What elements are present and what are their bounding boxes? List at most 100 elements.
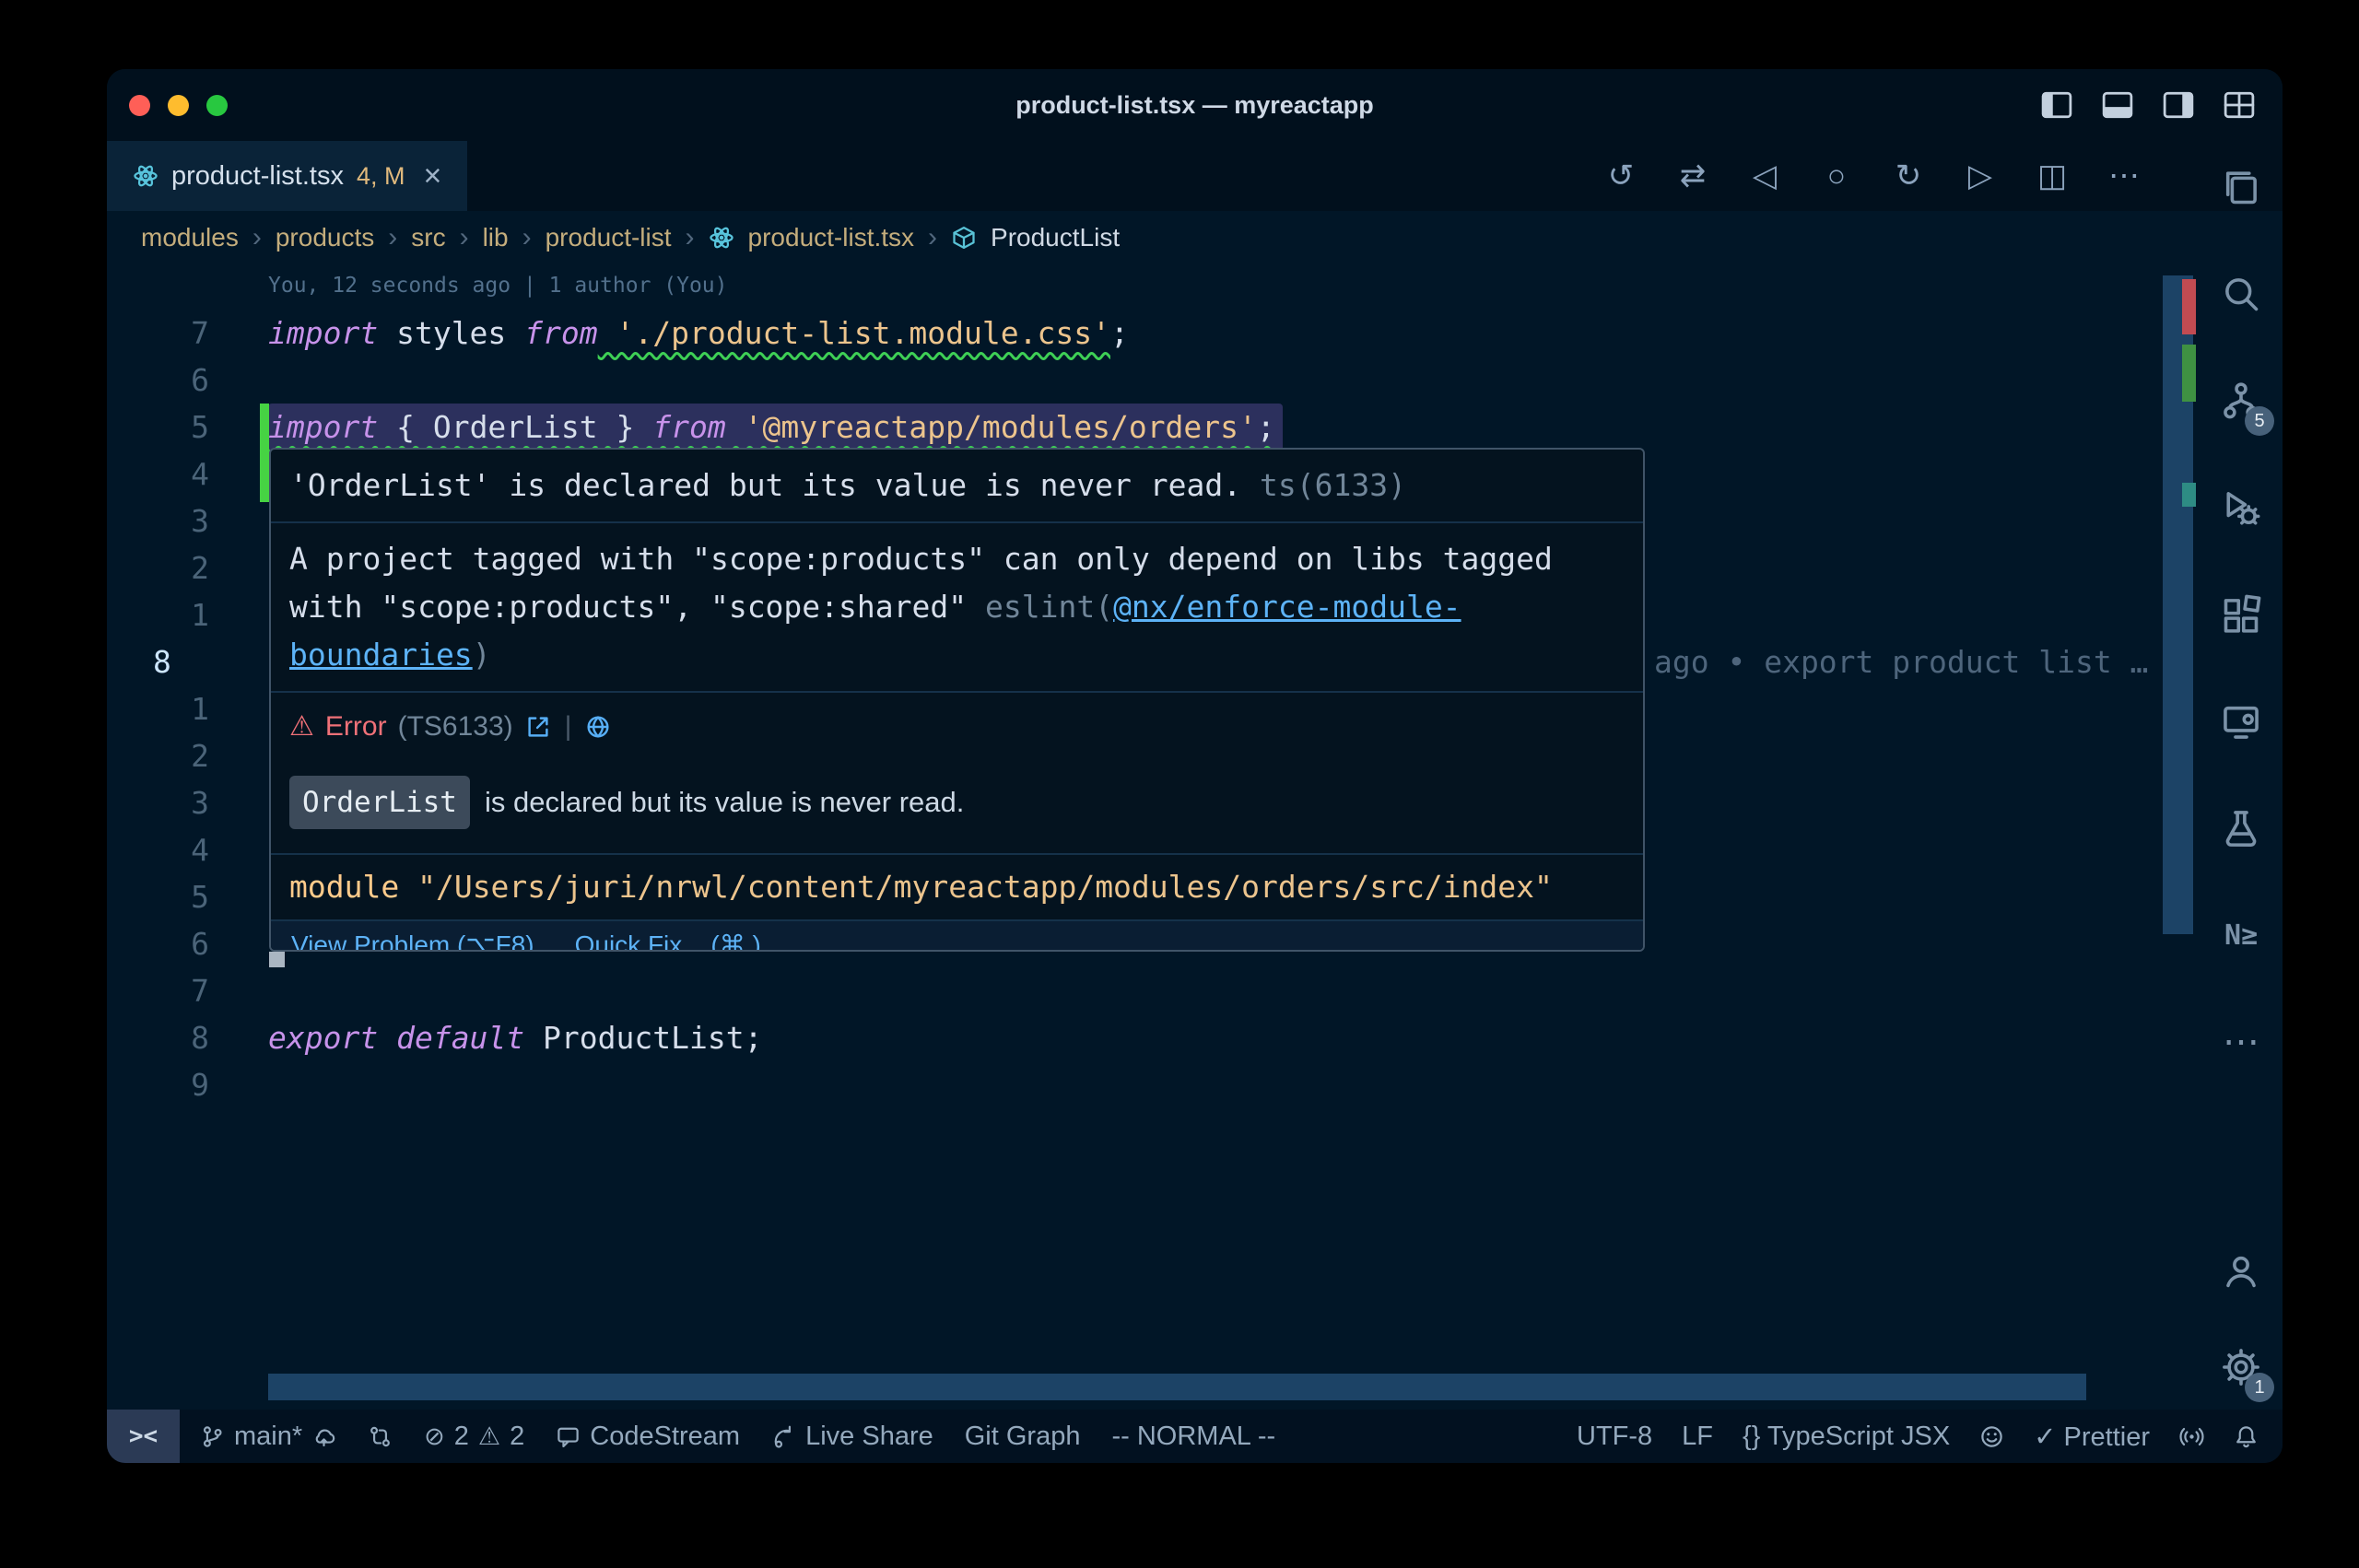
line-number: 7 xyxy=(107,967,209,1014)
prettier-status[interactable]: ✓ Prettier xyxy=(2034,1421,2150,1453)
git-compare-icon xyxy=(368,1424,393,1449)
screen: product-list.tsx — myreactapp product-li… xyxy=(0,0,2359,1568)
notifications-bell-icon[interactable] xyxy=(2234,1424,2259,1449)
navigate-forward-icon[interactable]: ↻ xyxy=(1888,158,1929,194)
toggle-sidebar-icon[interactable] xyxy=(2041,91,2072,119)
compare-changes-icon[interactable]: ⇄ xyxy=(1672,158,1713,194)
module-path-line: module "/Users/juri/nrwl/content/myreact… xyxy=(271,853,1643,919)
line-number: 2 xyxy=(107,544,209,591)
errors-icon: ⊘ xyxy=(424,1422,445,1451)
chevron-right-icon: › xyxy=(686,222,695,253)
run-file-icon[interactable]: ▷ xyxy=(1960,158,2001,194)
horizontal-scrollbar[interactable] xyxy=(268,1374,2086,1400)
chevron-right-icon: › xyxy=(928,222,937,253)
symbol-class-icon xyxy=(951,225,977,251)
toggle-secondary-sidebar-icon[interactable] xyxy=(2163,91,2194,119)
close-tab-icon[interactable]: × xyxy=(423,158,441,194)
react-icon xyxy=(709,225,734,251)
outline-icon[interactable]: ○ xyxy=(1816,158,1857,194)
editor-actions: ↺ ⇄ ◁ ○ ↻ ▷ ◫ ⋯ xyxy=(1601,141,2144,211)
customize-layout-icon[interactable] xyxy=(2224,91,2255,119)
toggle-panel-icon[interactable] xyxy=(2102,91,2133,119)
search-icon[interactable] xyxy=(2212,264,2271,323)
git-graph-status[interactable]: Git Graph xyxy=(965,1422,1081,1452)
git-branch-icon xyxy=(200,1424,225,1449)
share-icon xyxy=(771,1424,796,1449)
encoding-status[interactable]: UTF-8 xyxy=(1577,1422,1652,1452)
feedback-smiley-icon[interactable] xyxy=(1979,1424,2004,1449)
overview-ruler-cursor-mark xyxy=(2182,483,2196,507)
problems-status[interactable]: ⊘ 2 ⚠ 2 xyxy=(424,1422,524,1452)
timeline-icon[interactable]: ↺ xyxy=(1601,158,1641,194)
live-share-status[interactable]: Live Share xyxy=(771,1422,933,1452)
view-problem-link[interactable]: View Problem (⌥F8) xyxy=(291,930,534,953)
remote-indicator[interactable]: >< xyxy=(107,1410,180,1463)
code-line[interactable]: 5 import { OrderList } from '@myreactapp… xyxy=(107,404,2200,451)
react-icon xyxy=(133,163,158,189)
vscode-window: product-list.tsx — myreactapp product-li… xyxy=(107,69,2283,1463)
account-icon[interactable] xyxy=(2212,1242,2271,1301)
line-number: 8 xyxy=(107,1014,209,1061)
gitlens-status[interactable] xyxy=(368,1424,393,1449)
extensions-icon[interactable] xyxy=(2212,585,2271,644)
ts-diagnostic: 'OrderList' is declared but its value is… xyxy=(271,450,1643,521)
broadcast-icon[interactable] xyxy=(2179,1424,2204,1449)
additional-views-icon[interactable]: ⋯ xyxy=(2212,1012,2271,1071)
cloud-upload-icon xyxy=(311,1424,336,1449)
code-line[interactable]: 7 import styles from './product-list.mod… xyxy=(107,310,2200,357)
inline-blame-annotation: ago • export product list … xyxy=(1654,638,2148,685)
split-editor-icon[interactable]: ◫ xyxy=(2032,158,2072,194)
line-number: 6 xyxy=(107,920,209,967)
explorer-icon[interactable] xyxy=(2212,158,2271,216)
breadcrumb-item[interactable]: products xyxy=(276,223,374,252)
run-debug-icon[interactable] xyxy=(2212,478,2271,537)
navigate-back-icon[interactable]: ◁ xyxy=(1744,158,1785,194)
window-title: product-list.tsx — myreactapp xyxy=(107,69,2283,141)
title-bar: product-list.tsx — myreactapp xyxy=(107,69,2283,141)
breadcrumb-item[interactable]: modules xyxy=(141,223,239,252)
chevron-right-icon: › xyxy=(522,222,532,253)
remote-explorer-icon[interactable] xyxy=(2212,692,2271,751)
settings-gear-icon[interactable]: 1 xyxy=(2212,1338,2271,1397)
severity-label: Error xyxy=(325,703,387,751)
warning-triangle-icon: ⚠ xyxy=(289,703,314,751)
scm-badge: 5 xyxy=(2245,406,2274,436)
settings-badge: 1 xyxy=(2245,1373,2274,1402)
hover-resize-handle[interactable] xyxy=(269,952,285,967)
more-actions-icon[interactable]: ⋯ xyxy=(2104,158,2144,194)
code-line[interactable]: 9 xyxy=(107,1061,2200,1108)
breadcrumb-item[interactable]: src xyxy=(411,223,445,252)
language-mode-status[interactable]: {} TypeScript JSX xyxy=(1743,1422,1950,1452)
line-number: 4 xyxy=(107,826,209,873)
tab-product-list[interactable]: product-list.tsx 4, M × xyxy=(107,141,467,211)
eol-status[interactable]: LF xyxy=(1682,1422,1713,1452)
line-number: 3 xyxy=(107,779,209,826)
tab-label: product-list.tsx xyxy=(171,161,344,192)
chip-message: is declared but its value is never read. xyxy=(485,778,964,826)
open-external-icon[interactable] xyxy=(524,713,552,741)
overview-ruler-deleted-mark xyxy=(2182,279,2196,334)
source-control-icon[interactable]: 5 xyxy=(2212,371,2271,430)
quick-fix-link[interactable]: Quick Fix... (⌘.) xyxy=(575,930,761,953)
code-line[interactable]: 8 export default ProductList; xyxy=(107,1014,2200,1061)
code-line[interactable]: 7 xyxy=(107,967,2200,1014)
status-bar: >< main* ⊘ 2 ⚠ 2 Co xyxy=(107,1410,2283,1463)
chevron-right-icon: › xyxy=(460,222,469,253)
code-line[interactable]: 6 xyxy=(107,357,2200,404)
test-beaker-icon[interactable] xyxy=(2212,799,2271,858)
globe-icon[interactable] xyxy=(584,713,612,741)
breadcrumb-item[interactable]: lib xyxy=(483,223,509,252)
current-line-number: 8 xyxy=(153,638,171,685)
breadcrumb-file[interactable]: product-list.tsx xyxy=(748,223,915,252)
tab-problems-badge: 4, M xyxy=(357,162,405,191)
hover-actions: View Problem (⌥F8) Quick Fix... (⌘.) xyxy=(271,919,1643,952)
nx-console-icon[interactable]: N≥ xyxy=(2212,906,2271,965)
codestream-status[interactable]: CodeStream xyxy=(556,1422,740,1452)
breadcrumb-item[interactable]: product-list xyxy=(546,223,672,252)
branch-status[interactable]: main* xyxy=(200,1422,336,1452)
breadcrumb-symbol[interactable]: ProductList xyxy=(991,223,1120,252)
eslint-diagnostic: A project tagged with "scope:products" c… xyxy=(271,521,1643,691)
vim-mode-status[interactable]: -- NORMAL -- xyxy=(1111,1422,1275,1452)
blame-annotation-row: You, 12 seconds ago | 1 author (You) xyxy=(107,263,2200,310)
warnings-icon: ⚠ xyxy=(478,1422,500,1451)
